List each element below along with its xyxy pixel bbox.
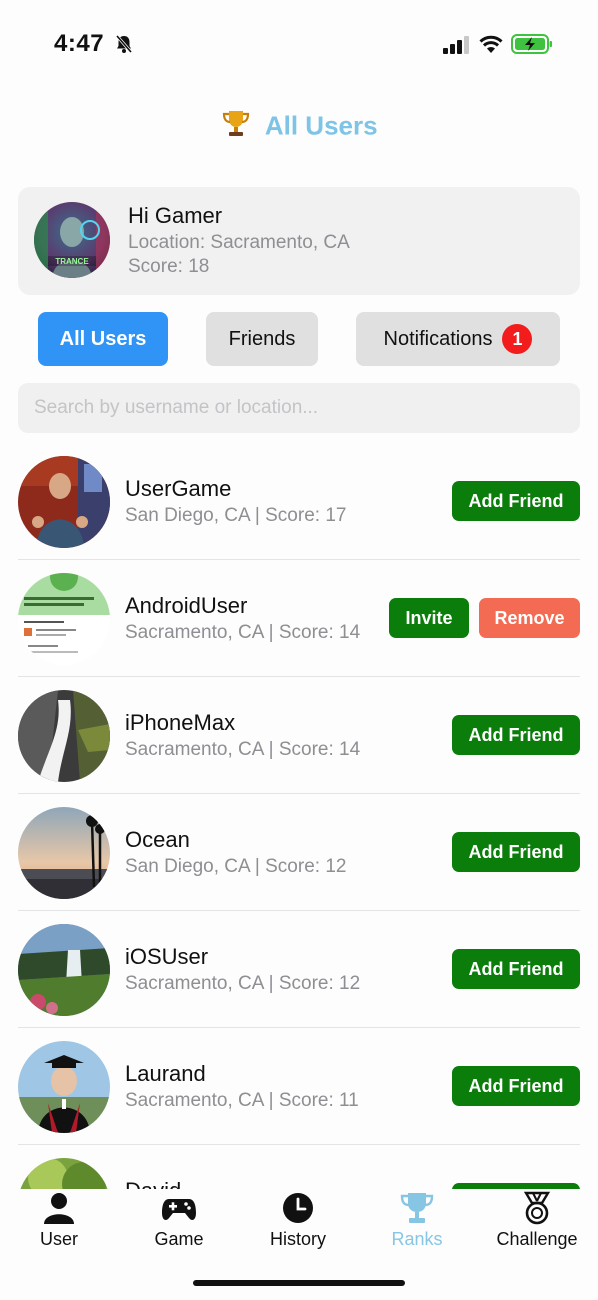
user-location-score: Sacramento, CA | Score: 14 (125, 622, 361, 643)
user-name: iOSUser (125, 944, 209, 969)
search-input[interactable] (18, 383, 580, 433)
status-bar: 4:47 (0, 0, 598, 90)
tab-ranks-label: Ranks (391, 1229, 443, 1249)
tab-challenge-label: Challenge (496, 1229, 578, 1249)
tab-notifications[interactable]: Notifications 1 (356, 312, 560, 366)
clock-icon (283, 1193, 313, 1223)
medal-icon (523, 1191, 551, 1225)
tab-notifications-label: Notifications (383, 327, 493, 350)
add-friend-button[interactable]: Add Friend (452, 832, 580, 872)
profile-location: Location: Sacramento, CA (128, 232, 350, 253)
tab-friends-label: Friends (228, 327, 296, 350)
user-row: David (18, 1145, 580, 1189)
user-list[interactable]: UserGame San Diego, CA | Score: 17 Add F… (0, 443, 598, 1189)
user-name: AndroidUser (125, 593, 248, 618)
user-location-score: Sacramento, CA | Score: 12 (125, 973, 361, 994)
home-indicator[interactable] (193, 1280, 405, 1286)
user-location-score: San Diego, CA | Score: 17 (125, 505, 347, 526)
user-row: iPhoneMax Sacramento, CA | Score: 14 Add… (18, 677, 580, 794)
tab-user-label: User (39, 1229, 78, 1249)
profile-avatar: TRANCE (34, 202, 110, 278)
trophy-icon (400, 1193, 434, 1223)
trophy-icon (223, 111, 250, 136)
svg-text:TRANCE: TRANCE (55, 257, 89, 266)
notification-count-badge: 1 (502, 324, 533, 354)
user-avatar (18, 573, 110, 665)
user-avatar (18, 924, 110, 1016)
user-location-score: San Diego, CA | Score: 12 (125, 856, 347, 877)
profile-card: TRANCE Hi Gamer Location: Sacramento, CA… (18, 187, 580, 295)
gamepad-icon (162, 1199, 196, 1221)
profile-name: Hi Gamer (128, 203, 223, 228)
user-row: iOSUser Sacramento, CA | Score: 12 Add F… (18, 911, 580, 1028)
add-friend-button[interactable]: Add Friend (452, 949, 580, 989)
user-row: Laurand Sacramento, CA | Score: 11 Add F… (18, 1028, 580, 1145)
add-friend-button[interactable]: Add Friend (452, 715, 580, 755)
tab-history-label: History (269, 1229, 326, 1249)
user-row: UserGame San Diego, CA | Score: 17 Add F… (18, 443, 580, 560)
add-friend-button[interactable]: Add Friend (452, 481, 580, 521)
user-name: UserGame (125, 476, 232, 501)
user-avatar (18, 1041, 110, 1133)
tab-ranks[interactable]: Ranks (362, 1189, 472, 1250)
status-time: 4:47 (54, 30, 105, 57)
tab-game-label: Game (154, 1229, 204, 1249)
user-row: Ocean San Diego, CA | Score: 12 Add Frie… (18, 794, 580, 911)
user-name: iPhoneMax (125, 710, 236, 735)
cellular-signal-icon (443, 36, 469, 54)
page-title: All Users (264, 110, 378, 141)
user-name: David (125, 1178, 181, 1189)
user-avatar (18, 1158, 110, 1189)
wifi-icon (479, 35, 503, 53)
tab-history[interactable]: History (243, 1189, 353, 1250)
add-friend-button[interactable]: Add Friend (452, 1066, 580, 1106)
tab-all-users[interactable]: All Users (38, 312, 168, 366)
tab-challenge[interactable]: Challenge (482, 1189, 592, 1250)
remove-button[interactable]: Remove (479, 598, 580, 638)
battery-charging-icon (511, 34, 552, 54)
tab-user[interactable]: User (4, 1189, 114, 1250)
user-avatar (18, 456, 110, 548)
tab-all-users-label: All Users (59, 327, 147, 350)
user-avatar (18, 690, 110, 782)
user-location-score: Sacramento, CA | Score: 11 (125, 1090, 359, 1111)
user-row: AndroidUser Sacramento, CA | Score: 14 I… (18, 560, 580, 677)
tab-game[interactable]: Game (124, 1189, 234, 1250)
user-location-score: Sacramento, CA | Score: 14 (125, 739, 361, 760)
user-name: Ocean (125, 827, 190, 852)
user-name: Laurand (125, 1061, 206, 1086)
user-avatar (18, 807, 110, 899)
invite-button[interactable]: Invite (389, 598, 469, 638)
tab-friends[interactable]: Friends (206, 312, 318, 366)
bell-muted-icon (115, 35, 133, 53)
page-header: All Users (0, 110, 598, 154)
user-icon (44, 1193, 74, 1224)
profile-score: Score: 18 (128, 256, 210, 277)
